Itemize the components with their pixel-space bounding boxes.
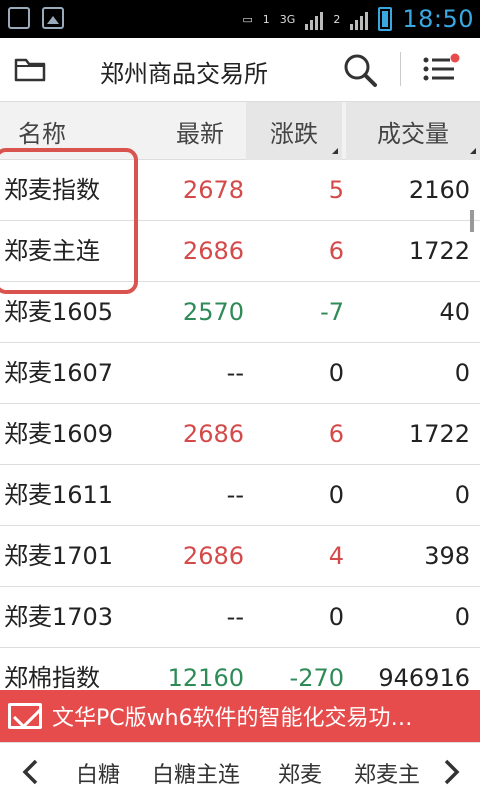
network-type: 3G bbox=[279, 12, 296, 26]
cell-volume: 2160 bbox=[408, 176, 470, 204]
cell-change: 0 bbox=[328, 603, 344, 631]
cell-change: 0 bbox=[328, 481, 344, 509]
image-notification-icon bbox=[42, 7, 64, 29]
column-last[interactable]: 最新 bbox=[176, 102, 224, 160]
cell-change: 5 bbox=[328, 176, 344, 204]
table-row[interactable]: 郑棉指数 12160 -270 946916 bbox=[0, 648, 480, 690]
cell-last: 2686 bbox=[182, 237, 244, 265]
cell-volume: 398 bbox=[424, 542, 470, 570]
tab-item[interactable]: 白糖 bbox=[76, 757, 120, 789]
cell-name: 郑麦1607 bbox=[4, 359, 114, 387]
menu-icon[interactable] bbox=[420, 52, 460, 86]
cell-volume: 1722 bbox=[408, 420, 470, 448]
cell-last: 2686 bbox=[182, 420, 244, 448]
cell-name: 郑麦主连 bbox=[4, 237, 100, 265]
cell-name: 郑麦1605 bbox=[4, 298, 114, 326]
cell-change: -270 bbox=[289, 664, 344, 690]
app-bar: 郑州商品交易所 bbox=[0, 38, 480, 102]
table-row[interactable]: 郑麦1701 2686 4 398 bbox=[0, 526, 480, 587]
cell-name: 郑棉指数 bbox=[4, 664, 100, 690]
cell-change: -7 bbox=[320, 298, 344, 326]
cell-last: 2570 bbox=[182, 298, 244, 326]
contract-tabbar: 白糖 白糖主连 郑麦 郑麦主 bbox=[0, 742, 480, 800]
table-row[interactable]: 郑麦指数 2678 5 2160 bbox=[0, 160, 480, 221]
quote-list[interactable]: 郑麦指数 2678 5 2160 郑麦主连 2686 6 1722 郑麦1605 2570 -7 40… bbox=[0, 160, 480, 690]
cell-name: 郑麦1701 bbox=[4, 542, 114, 570]
sim2-label: 2 bbox=[333, 12, 341, 26]
table-row[interactable]: 郑麦1609 2686 6 1722 bbox=[0, 404, 480, 465]
battery-icon bbox=[378, 7, 393, 31]
app-notification-icon bbox=[8, 7, 30, 29]
tab-item[interactable]: 郑麦主 bbox=[354, 757, 422, 789]
promo-banner[interactable]: 文华PC版wh6软件的智能化交易功… bbox=[0, 690, 480, 742]
cell-last: 2678 bbox=[182, 176, 244, 204]
cell-last: -- bbox=[226, 603, 244, 631]
toolbar-divider bbox=[400, 52, 401, 86]
chevron-left-icon[interactable] bbox=[16, 753, 46, 791]
cell-name: 郑麦指数 bbox=[4, 176, 100, 204]
status-bar: ▭ 1 3G 2 18:50 bbox=[0, 0, 480, 38]
cell-last: -- bbox=[226, 359, 244, 387]
tab-item[interactable]: 白糖主连 bbox=[152, 757, 240, 789]
scrollbar[interactable] bbox=[470, 210, 474, 232]
cell-last: 2686 bbox=[182, 542, 244, 570]
table-row[interactable]: 郑麦1605 2570 -7 40 bbox=[0, 282, 480, 343]
clock: 18:50 bbox=[402, 5, 474, 33]
column-change[interactable]: 涨跌 bbox=[246, 102, 342, 160]
cell-volume: 1722 bbox=[408, 237, 470, 265]
table-row[interactable]: 郑麦1611 -- 0 0 bbox=[0, 465, 480, 526]
tab-item[interactable]: 郑麦 bbox=[278, 757, 322, 789]
column-volume[interactable]: 成交量 bbox=[346, 102, 480, 160]
cell-last: 12160 bbox=[167, 664, 244, 690]
search-icon[interactable] bbox=[342, 52, 378, 88]
column-name[interactable]: 名称 bbox=[18, 102, 66, 160]
cell-last: -- bbox=[226, 481, 244, 509]
cell-change: 6 bbox=[328, 420, 344, 448]
signal-icon bbox=[305, 8, 324, 30]
cell-volume: 0 bbox=[454, 603, 470, 631]
cell-name: 郑麦1609 bbox=[4, 420, 114, 448]
banner-text: 文华PC版wh6软件的智能化交易功… bbox=[52, 706, 413, 731]
sim1-label: 1 bbox=[262, 12, 270, 26]
table-row[interactable]: 郑麦主连 2686 6 1722 bbox=[0, 221, 480, 282]
cell-name: 郑麦1703 bbox=[4, 603, 114, 631]
table-header: 名称 最新 涨跌 成交量 bbox=[0, 102, 480, 160]
cell-volume: 0 bbox=[454, 359, 470, 387]
cell-volume: 946916 bbox=[378, 664, 470, 690]
cell-volume: 40 bbox=[439, 298, 470, 326]
cell-name: 郑麦1611 bbox=[4, 481, 114, 509]
cell-volume: 0 bbox=[454, 481, 470, 509]
cell-change: 6 bbox=[328, 237, 344, 265]
cell-change: 4 bbox=[328, 542, 344, 570]
cell-change: 0 bbox=[328, 359, 344, 387]
folder-icon[interactable] bbox=[14, 56, 46, 82]
table-row[interactable]: 郑麦1607 -- 0 0 bbox=[0, 343, 480, 404]
table-row[interactable]: 郑麦1703 -- 0 0 bbox=[0, 587, 480, 648]
mail-icon bbox=[8, 703, 42, 729]
signal-2-icon bbox=[350, 8, 369, 30]
chevron-right-icon[interactable] bbox=[436, 753, 466, 791]
vibrate-icon: ▭ bbox=[242, 12, 253, 26]
page-title: 郑州商品交易所 bbox=[100, 60, 268, 88]
